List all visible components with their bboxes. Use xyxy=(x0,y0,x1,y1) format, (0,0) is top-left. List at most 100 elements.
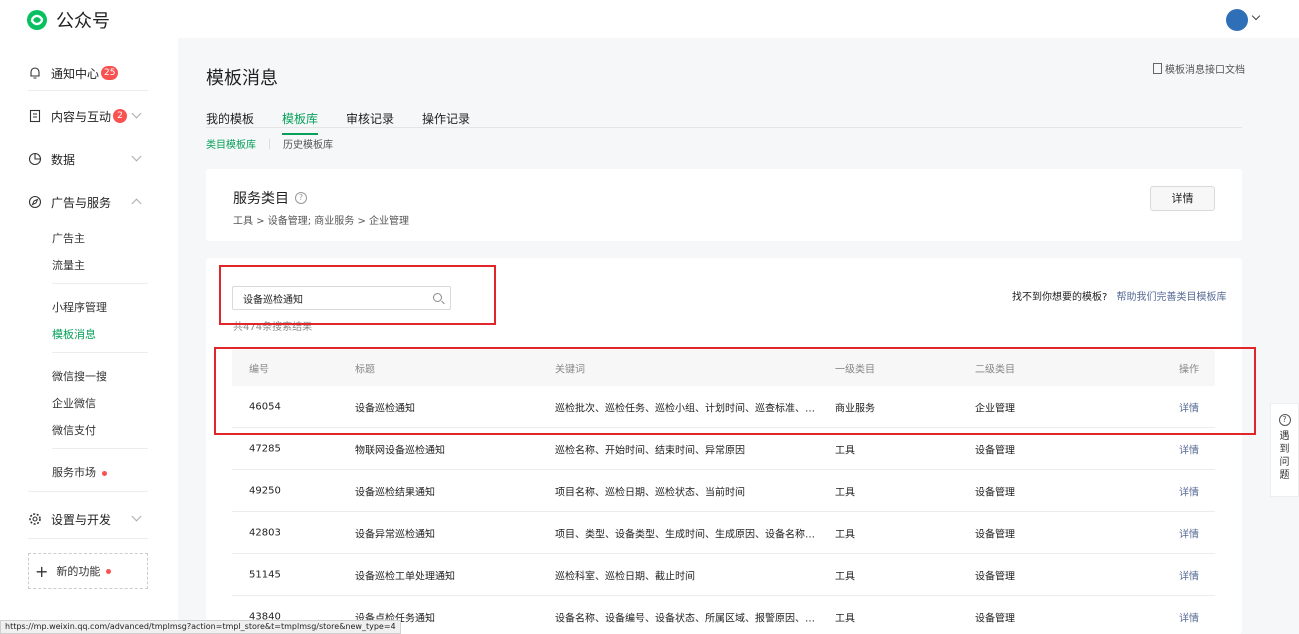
tab-review-records[interactable]: 审核记录 xyxy=(346,110,394,135)
sidebar-item-label: 广告与服务 xyxy=(51,195,112,210)
help-char: 问 xyxy=(1279,457,1290,468)
question-icon: ? xyxy=(1278,414,1291,426)
sidebar-item-settings[interactable]: 设置与开发 xyxy=(28,509,111,529)
cell-category1: 工具 xyxy=(835,613,855,624)
cell-keywords: 项目名称、巡检日期、巡检状态、当前时间 xyxy=(555,487,745,498)
gear-icon xyxy=(29,513,41,525)
row-detail-link[interactable]: 详情 xyxy=(1179,483,1199,498)
sidebar-sub-search[interactable]: 微信搜一搜 xyxy=(52,368,107,384)
service-detail-button[interactable]: 详情 xyxy=(1150,186,1215,211)
cell-id: 49250 xyxy=(249,485,281,496)
brand-name: 公众号 xyxy=(56,11,110,32)
subtab-category-library[interactable]: 类目模板库 xyxy=(206,136,256,151)
divider xyxy=(28,90,148,91)
help-char: 遇 xyxy=(1279,431,1290,442)
sidebar-item-notify[interactable]: 通知中心 25 xyxy=(28,63,119,83)
cell-category1: 工具 xyxy=(835,529,855,540)
help-improve-link[interactable]: 帮助我们完善类目模板库 xyxy=(1117,292,1227,303)
doc-link-label: 模板消息接口文档 xyxy=(1165,65,1245,76)
service-path: 工具 > 设备管理; 商业服务 > 企业管理 xyxy=(233,216,410,227)
sidebar: 通知中心 25 内容与互动 2 数据 广告与服务 广告主 流量主 小程序管理 模… xyxy=(0,38,178,634)
sub-tabs: 类目模板库 历史模板库 xyxy=(206,136,333,151)
cell-id: 42803 xyxy=(249,527,281,538)
sidebar-item-content[interactable]: 内容与互动 2 xyxy=(28,106,128,126)
table-row[interactable]: 42803 设备异常巡检通知 项目、类型、设备类型、生成时间、生成原因、设备名称… xyxy=(232,512,1215,554)
compass-icon xyxy=(28,195,42,209)
tab-operation-records[interactable]: 操作记录 xyxy=(422,110,470,135)
main-tabs: 我的模板 模板库 审核记录 操作记录 xyxy=(206,110,498,135)
cell-category1: 工具 xyxy=(835,571,855,582)
sidebar-sub-advertiser[interactable]: 广告主 xyxy=(52,230,85,246)
subtab-history-library[interactable]: 历史模板库 xyxy=(283,136,333,151)
sidebar-sub-publisher[interactable]: 流量主 xyxy=(52,257,85,273)
cell-keywords: 巡检名称、开始时间、结束时间、异常原因 xyxy=(555,445,745,456)
sidebar-item-label: 通知中心 xyxy=(51,66,100,81)
new-dot xyxy=(106,568,112,574)
cell-keywords: 巡检科室、巡检日期、截止时间 xyxy=(555,571,695,582)
content-badge: 2 xyxy=(113,109,128,123)
help-prompt-text: 找不到你想要的模板? xyxy=(1012,292,1108,303)
row-detail-link[interactable]: 详情 xyxy=(1179,441,1199,456)
avatar[interactable] xyxy=(1226,9,1248,31)
cell-category2: 设备管理 xyxy=(975,571,1015,582)
help-icon[interactable]: ? xyxy=(295,192,307,204)
sidebar-item-label: 内容与互动 xyxy=(51,109,112,124)
new-feature-button[interactable]: + 新的功能 xyxy=(28,553,148,589)
table-row[interactable]: 49250 设备巡检结果通知 项目名称、巡检日期、巡检状态、当前时间 工具 设备… xyxy=(232,470,1215,512)
row-detail-link[interactable]: 详情 xyxy=(1179,525,1199,540)
plus-icon: + xyxy=(35,561,49,581)
sidebar-sub-template-message[interactable]: 模板消息 xyxy=(52,326,96,342)
doc-link[interactable]: 模板消息接口文档 xyxy=(1153,61,1245,76)
sidebar-sub-wecom[interactable]: 企业微信 xyxy=(52,395,96,411)
highlight-box-row xyxy=(214,347,1256,435)
help-prompt: 找不到你想要的模板? 帮助我们完善类目模板库 xyxy=(1012,288,1227,303)
divider xyxy=(28,491,148,492)
wechat-logo-icon xyxy=(27,10,47,30)
sidebar-item-ads[interactable]: 广告与服务 xyxy=(28,192,111,212)
cell-title: 设备巡检工单处理通知 xyxy=(355,571,455,582)
row-detail-link[interactable]: 详情 xyxy=(1179,567,1199,582)
cell-category2: 设备管理 xyxy=(975,529,1015,540)
tab-template-library[interactable]: 模板库 xyxy=(282,110,319,135)
sidebar-sub-market[interactable]: 服务市场 xyxy=(52,464,107,480)
table-row[interactable]: 51145 设备巡检工单处理通知 巡检科室、巡检日期、截止时间 工具 设备管理 … xyxy=(232,554,1215,596)
highlight-box-search xyxy=(219,265,496,325)
divider xyxy=(52,448,148,449)
cell-title: 物联网设备巡检通知 xyxy=(355,445,445,456)
document-icon xyxy=(1153,63,1162,74)
service-title: 服务类目 ? xyxy=(233,188,307,208)
cell-category1: 工具 xyxy=(835,487,855,498)
floating-help-button[interactable]: ? 遇 到 问 题 xyxy=(1270,403,1299,497)
logo[interactable]: 公众号 xyxy=(26,7,110,33)
new-dot xyxy=(102,470,107,476)
cell-id: 47285 xyxy=(249,443,281,454)
sidebar-item-data[interactable]: 数据 xyxy=(28,149,75,169)
cell-category1: 工具 xyxy=(835,445,855,456)
divider xyxy=(28,538,148,539)
help-char: 到 xyxy=(1279,444,1290,455)
divider xyxy=(52,283,148,284)
sidebar-sub-pay[interactable]: 微信支付 xyxy=(52,422,96,438)
notify-badge: 25 xyxy=(101,66,119,80)
sidebar-item-label: 服务市场 xyxy=(52,466,96,479)
cell-keywords: 设备名称、设备编号、设备状态、所属区域、报警原因、所... xyxy=(555,613,817,624)
page-title: 模板消息 xyxy=(206,68,278,89)
sidebar-item-label: 数据 xyxy=(51,152,76,167)
tab-my-templates[interactable]: 我的模板 xyxy=(206,110,254,135)
row-detail-link[interactable]: 详情 xyxy=(1179,609,1199,624)
template-list-card: 共474条搜索结果 找不到你想要的模板? 帮助我们完善类目模板库 编号 标题 关… xyxy=(206,258,1256,634)
cell-category2: 设备管理 xyxy=(975,445,1015,456)
top-bar: 公众号 xyxy=(0,0,1299,38)
cell-keywords: 项目、类型、设备类型、生成时间、生成原因、设备名称、... xyxy=(555,529,817,540)
pie-chart-icon xyxy=(28,152,42,166)
chevron-down-icon[interactable] xyxy=(131,108,142,119)
chevron-down-icon[interactable] xyxy=(131,511,142,522)
chevron-down-icon[interactable] xyxy=(131,151,142,162)
tabs-divider xyxy=(206,127,1242,128)
sidebar-item-label: 设置与开发 xyxy=(51,512,112,527)
chevron-up-icon[interactable] xyxy=(131,198,142,209)
chevron-down-icon[interactable] xyxy=(1251,11,1261,21)
new-feature-label: 新的功能 xyxy=(56,565,101,578)
divider xyxy=(52,352,148,353)
sidebar-sub-miniprogram[interactable]: 小程序管理 xyxy=(52,299,107,315)
